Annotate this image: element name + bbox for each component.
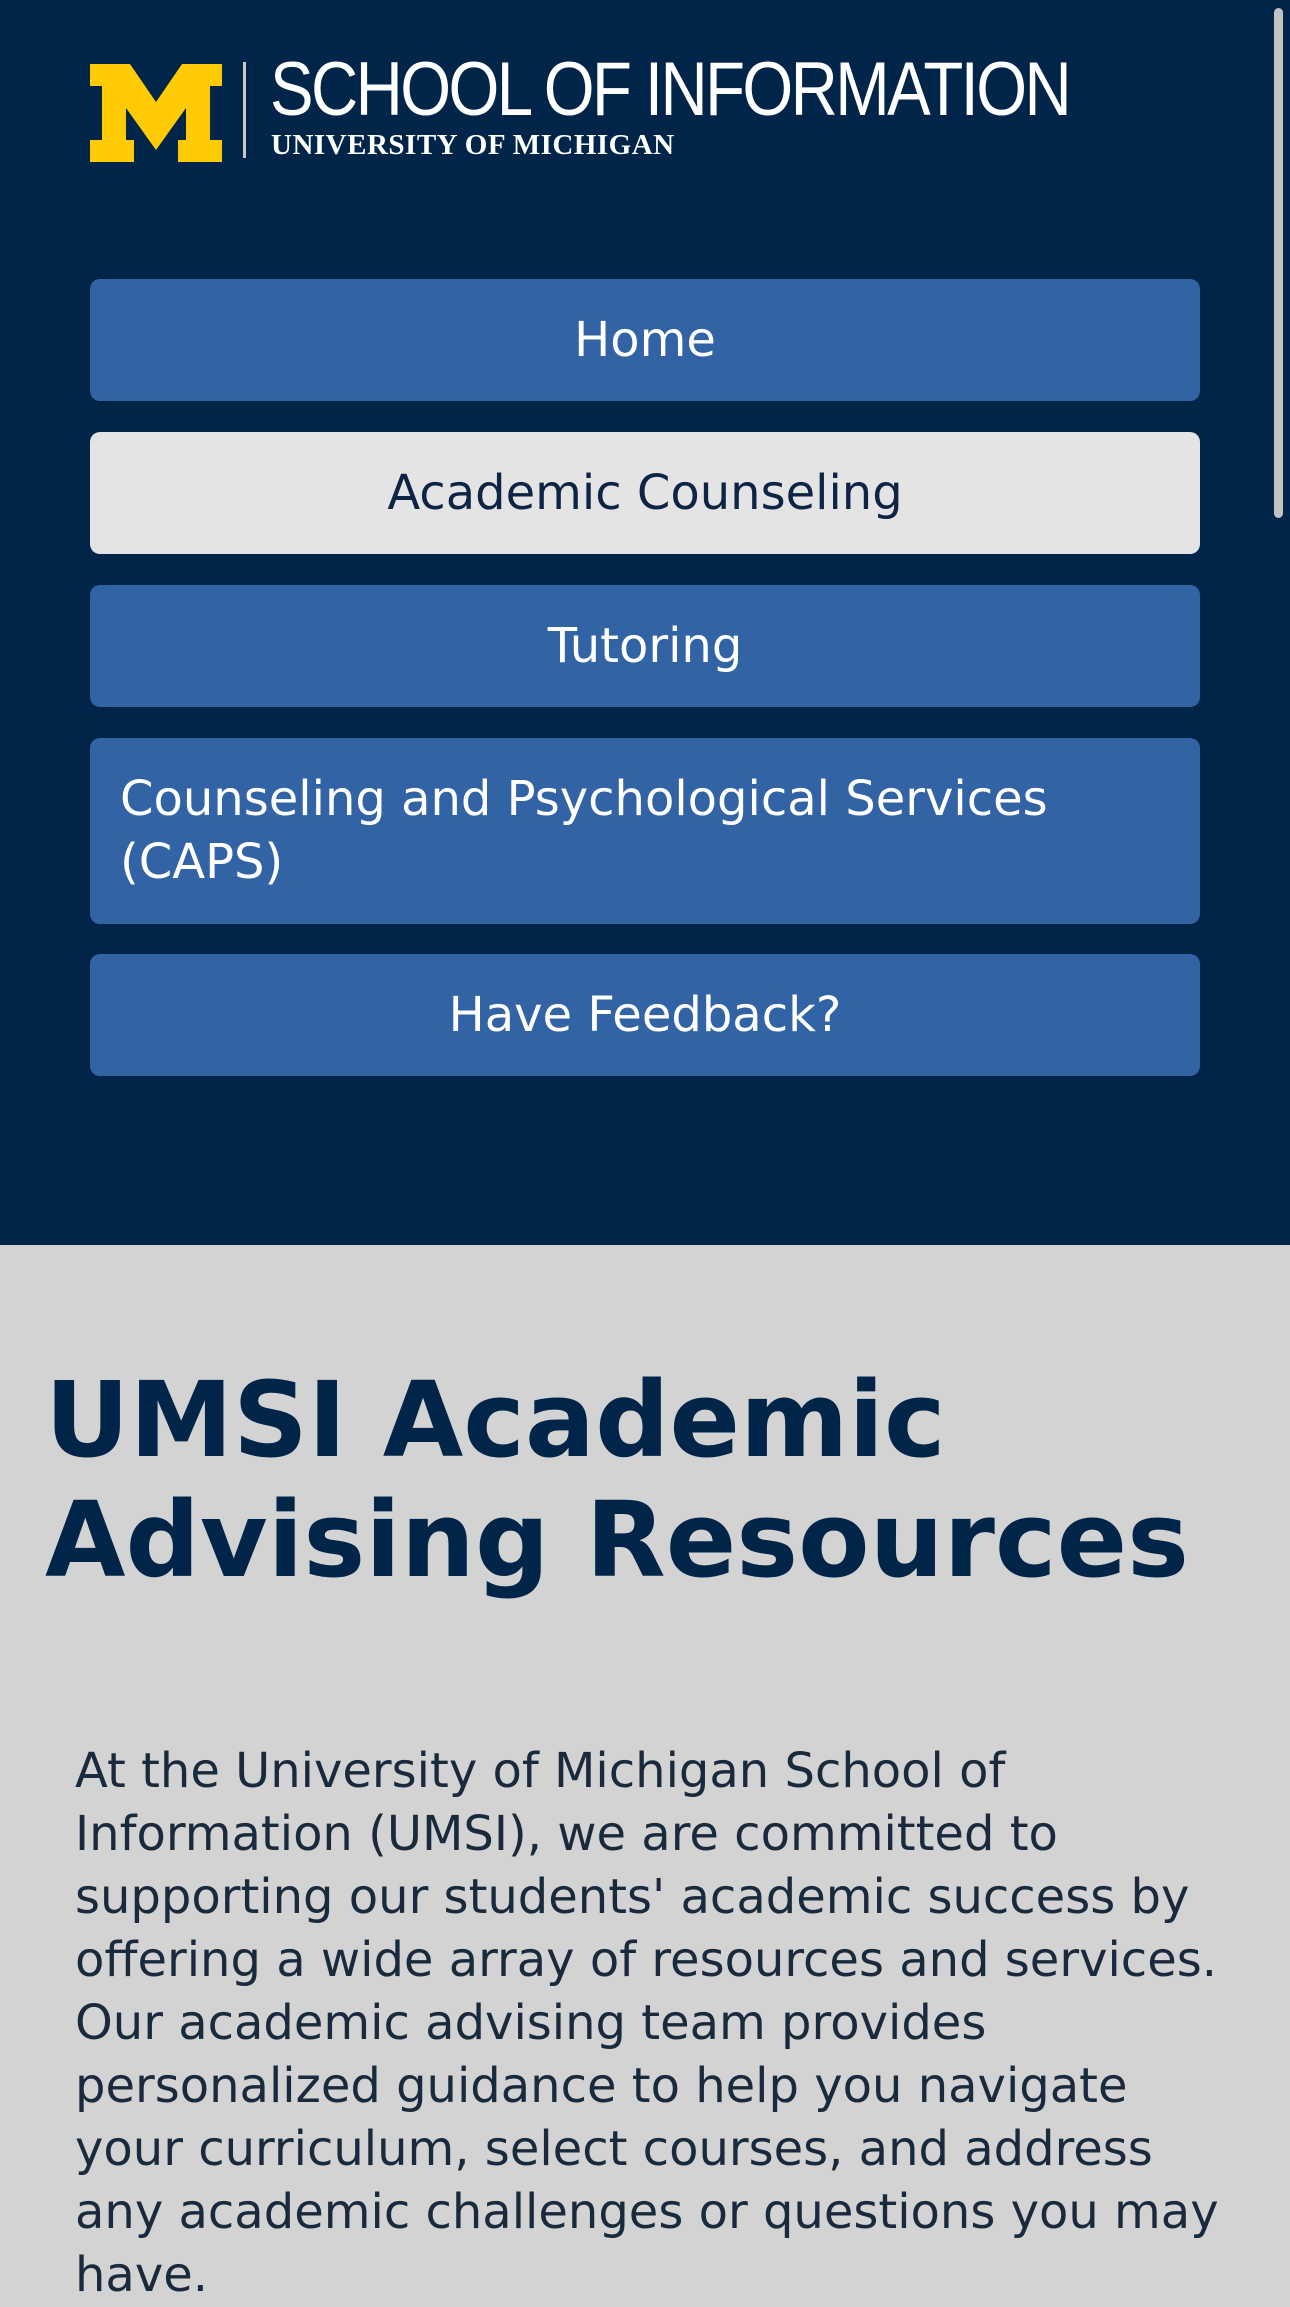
logo-title: SCHOOL OF INFORMATION: [270, 47, 1072, 132]
logo-subtitle: UNIVERSITY OF MICHIGAN: [271, 129, 675, 161]
site-header: SCHOOL OF INFORMATION UNIVERSITY OF MICH…: [0, 0, 1290, 1245]
nav-feedback-label: Have Feedback?: [448, 987, 842, 1043]
nav-home-label: Home: [574, 312, 716, 368]
block-m-logo-icon: [90, 64, 222, 162]
nav-home-button[interactable]: Home: [90, 279, 1200, 401]
page-scrollbar[interactable]: [1274, 8, 1283, 518]
nav-tutoring-button[interactable]: Tutoring: [90, 585, 1200, 707]
nav-academic-counseling-label: Academic Counseling: [387, 465, 903, 521]
nav-tutoring-label: Tutoring: [547, 618, 743, 674]
nav-feedback-button[interactable]: Have Feedback?: [90, 954, 1200, 1076]
intro-paragraph: At the University of Michigan School of …: [75, 1743, 1219, 2303]
nav-caps-button[interactable]: Counseling and Psychological Services (C…: [90, 738, 1200, 924]
logo-divider: [243, 62, 246, 158]
school-logo[interactable]: SCHOOL OF INFORMATION UNIVERSITY OF MICH…: [90, 52, 1072, 164]
page-title: UMSI Academic Advising Resources: [45, 1359, 1189, 1601]
nav-caps-label: Counseling and Psychological Services (C…: [120, 771, 1048, 890]
nav-academic-counseling-button[interactable]: Academic Counseling: [90, 432, 1200, 554]
